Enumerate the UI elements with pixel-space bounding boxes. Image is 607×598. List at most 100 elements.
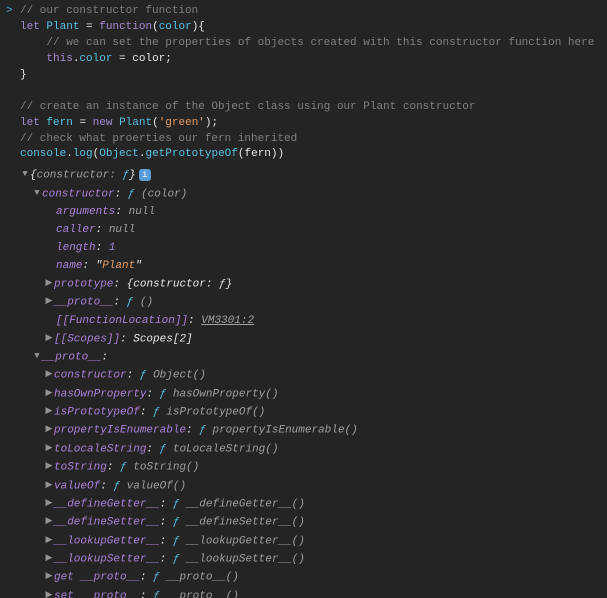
tree-proto-item[interactable]: ▶__defineSetter__: ƒ __defineSetter__() [20, 514, 607, 532]
chevron-right-icon[interactable]: ▶ [44, 589, 54, 598]
tree-proto-root[interactable]: ▼__proto__: [20, 349, 607, 367]
tree-proto-item[interactable]: ▶constructor: ƒ Object() [20, 367, 607, 385]
tree-root[interactable]: ▼{constructor: ƒ}i [20, 167, 607, 185]
chevron-right-icon[interactable]: ▶ [44, 423, 54, 436]
var-plant: Plant [46, 21, 79, 33]
param-color: color [159, 21, 192, 33]
tree-proto-item[interactable]: ▶__defineGetter__: ƒ __defineGetter__() [20, 496, 607, 514]
f-icon: ƒ [173, 535, 180, 547]
code-block: >// our constructor function let Plant =… [0, 0, 607, 167]
f-icon: ƒ [173, 517, 180, 529]
colon: : [127, 370, 134, 382]
console-prompt: > [6, 4, 13, 20]
obj-object: Object [99, 148, 139, 160]
val-scopes: Scopes[2] [133, 333, 192, 345]
chevron-right-icon[interactable]: ▶ [44, 405, 54, 418]
val-color: color [132, 53, 165, 65]
chevron-right-icon[interactable]: ▶ [44, 368, 54, 381]
val-1: 1 [109, 242, 116, 254]
info-icon[interactable]: i [139, 169, 151, 181]
tree-constructor[interactable]: ▼constructor: ƒ (color) [20, 186, 607, 204]
obj-console: console [20, 148, 66, 160]
chevron-down-icon[interactable]: ▼ [20, 168, 30, 181]
colon: : [82, 260, 89, 272]
proto-sig: Object() [153, 370, 206, 382]
tree-proto-item[interactable]: ▶propertyIsEnumerable: ƒ propertyIsEnume… [20, 422, 607, 440]
key-scopes: [[Scopes]] [54, 333, 120, 345]
proto-sig: toLocaleString() [173, 443, 279, 455]
close-brace: } [20, 69, 27, 81]
proto-key: get __proto__ [54, 572, 140, 584]
colon: : [100, 480, 107, 492]
str-green: 'green' [159, 117, 205, 129]
comment: // our constructor function [20, 5, 198, 17]
kw-new: new [93, 117, 113, 129]
brace-close: } [129, 170, 136, 182]
proto-key: __defineGetter__ [54, 498, 160, 510]
proto-sig: propertyIsEnumerable() [212, 425, 357, 437]
proto-sig: __lookupSetter__() [186, 554, 305, 566]
f-icon: ƒ [199, 425, 206, 437]
chevron-right-icon[interactable]: ▶ [44, 295, 54, 308]
chevron-right-icon[interactable]: ▶ [44, 277, 54, 290]
tree-proto-item[interactable]: ▶__lookupGetter__: ƒ __lookupGetter__() [20, 533, 607, 551]
chevron-down-icon[interactable]: ▼ [32, 350, 42, 363]
chevron-right-icon[interactable]: ▶ [44, 497, 54, 510]
chevron-right-icon[interactable]: ▶ [44, 479, 54, 492]
colon: : [146, 388, 153, 400]
chevron-right-icon[interactable]: ▶ [44, 515, 54, 528]
proto-key: __defineSetter__ [54, 517, 160, 529]
colon: : [113, 297, 120, 309]
chevron-right-icon[interactable]: ▶ [44, 534, 54, 547]
chevron-right-icon[interactable]: ▶ [44, 387, 54, 400]
f-icon: ƒ [153, 590, 160, 598]
proto-sig: __proto__() [166, 572, 239, 584]
tree-proto-item[interactable]: ▶__lookupSetter__: ƒ __lookupSetter__() [20, 551, 607, 569]
chevron-right-icon[interactable]: ▶ [44, 442, 54, 455]
colon: : [140, 590, 147, 598]
arg-fern: fern [245, 148, 271, 160]
proto-key: set __proto__ [54, 590, 140, 598]
tree-proto-item[interactable]: ▶set __proto__: ƒ __proto__() [20, 588, 607, 598]
tree-proto-item[interactable]: ▶hasOwnProperty: ƒ hasOwnProperty() [20, 386, 607, 404]
tree-prototype[interactable]: ▶prototype: {constructor: ƒ} [20, 276, 607, 294]
tree-proto-item[interactable]: ▶isPrototypeOf: ƒ isPrototypeOf() [20, 404, 607, 422]
link-vm[interactable]: VM3301:2 [201, 315, 254, 327]
f-icon: ƒ [128, 188, 135, 200]
proto-sig: hasOwnProperty() [173, 388, 279, 400]
chevron-right-icon[interactable]: ▶ [44, 570, 54, 583]
chevron-right-icon[interactable]: ▶ [44, 460, 54, 473]
proto-sig: __lookupGetter__() [186, 535, 305, 547]
colon: : [96, 224, 103, 236]
sig-color: (color) [141, 188, 187, 200]
quote: " [135, 260, 142, 272]
tree-proto-item[interactable]: ▶valueOf: ƒ valueOf() [20, 478, 607, 496]
proto-key: __lookupGetter__ [54, 535, 160, 547]
f-icon: ƒ [120, 462, 127, 474]
tree-proto-item[interactable]: ▶toLocaleString: ƒ toLocaleString() [20, 441, 607, 459]
f-icon: ƒ [173, 498, 180, 510]
tree-scopes[interactable]: ▶[[Scopes]]: Scopes[2] [20, 331, 607, 349]
tree-proto-item[interactable]: ▶toString: ƒ toString() [20, 459, 607, 477]
f-icon: ƒ [113, 480, 120, 492]
colon: : [115, 206, 122, 218]
f-icon: ƒ [140, 370, 147, 382]
colon: : [146, 443, 153, 455]
proto-sig: __defineSetter__() [186, 517, 305, 529]
comment: // we can set the properties of objects … [46, 37, 594, 49]
colon: : [107, 462, 114, 474]
proto-key: constructor [54, 370, 127, 382]
tree-proto-item[interactable]: ▶get __proto__: ƒ __proto__() [20, 569, 607, 587]
kw-let: let [20, 21, 40, 33]
chevron-right-icon[interactable]: ▶ [44, 552, 54, 565]
val-null: null [109, 224, 135, 236]
proto-sig: toString() [133, 462, 199, 474]
chevron-down-icon[interactable]: ▼ [32, 187, 42, 200]
proto-key: isPrototypeOf [54, 407, 140, 419]
tree-funclocation[interactable]: [[FunctionLocation]]: VM3301:2 [20, 313, 607, 331]
tree-inner-proto[interactable]: ▶__proto__: ƒ () [20, 294, 607, 312]
chevron-right-icon[interactable]: ▶ [44, 332, 54, 345]
colon: : [160, 554, 167, 566]
summary-key: constructor [37, 170, 110, 182]
var-fern: fern [46, 117, 72, 129]
